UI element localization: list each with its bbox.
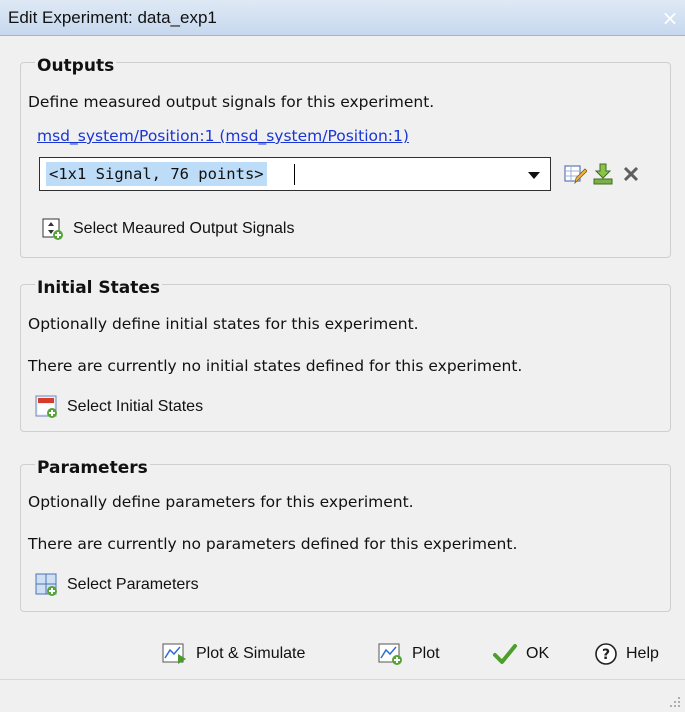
- signal-combo[interactable]: <1x1 Signal, 76 points>: [39, 157, 551, 191]
- close-icon[interactable]: ×: [655, 0, 685, 36]
- edit-experiment-dialog: Edit Experiment: data_exp1 × Outputs Def…: [0, 0, 685, 712]
- title-bar[interactable]: Edit Experiment: data_exp1 ×: [0, 0, 685, 36]
- select-initial-states-button[interactable]: Select Initial States: [35, 395, 203, 419]
- plot-simulate-icon: [162, 643, 186, 664]
- plot-simulate-label: Plot & Simulate: [196, 645, 306, 662]
- window-title: Edit Experiment: data_exp1: [8, 8, 217, 27]
- select-initial-states-label: Select Initial States: [67, 398, 204, 415]
- parameters-status: There are currently no parameters define…: [28, 535, 518, 553]
- help-icon: ?: [595, 643, 617, 665]
- parameters-legend: Parameters: [35, 458, 150, 478]
- signal-combo-value: <1x1 Signal, 76 points>: [46, 162, 267, 186]
- select-output-signals-label: Select Meaured Output Signals: [73, 220, 295, 237]
- plot-icon: [378, 643, 402, 665]
- select-parameters-icon: [35, 573, 57, 596]
- signal-link[interactable]: msd_system/Position:1 (msd_system/Positi…: [37, 127, 409, 145]
- initial-states-group: Initial States Optionally define initial…: [20, 278, 671, 432]
- svg-text:?: ?: [602, 647, 610, 663]
- parameters-description: Optionally define parameters for this ex…: [28, 493, 414, 511]
- parameters-group: Parameters Optionally define parameters …: [20, 458, 671, 612]
- help-button[interactable]: ? Help: [594, 642, 659, 666]
- delete-icon[interactable]: [619, 162, 643, 186]
- checkmark-icon: [493, 644, 517, 664]
- status-bar: [0, 679, 685, 712]
- ok-label: OK: [526, 645, 550, 662]
- plot-label: Plot: [412, 645, 440, 662]
- resize-grip-icon[interactable]: [667, 694, 681, 708]
- plot-button[interactable]: Plot: [378, 642, 440, 666]
- select-output-signals-button[interactable]: Select Meaured Output Signals: [41, 217, 294, 241]
- plot-simulate-button[interactable]: Plot & Simulate: [162, 642, 305, 666]
- outputs-legend: Outputs: [35, 56, 117, 76]
- edit-signal-icon[interactable]: [563, 162, 587, 186]
- outputs-group: Outputs Define measured output signals f…: [20, 56, 671, 258]
- initial-states-status: There are currently no initial states de…: [28, 357, 523, 375]
- initial-states-description: Optionally define initial states for thi…: [28, 315, 419, 333]
- help-label: Help: [626, 645, 659, 662]
- select-signal-icon: [42, 218, 63, 240]
- outputs-description: Define measured output signals for this …: [28, 93, 435, 111]
- ok-button[interactable]: OK: [492, 642, 549, 666]
- select-parameters-button[interactable]: Select Parameters: [35, 573, 199, 597]
- text-cursor: [294, 164, 295, 185]
- chevron-down-icon[interactable]: [528, 172, 540, 179]
- select-parameters-label: Select Parameters: [67, 576, 199, 593]
- initial-states-legend: Initial States: [35, 278, 163, 298]
- select-states-icon: [35, 395, 57, 418]
- import-icon[interactable]: [591, 162, 615, 186]
